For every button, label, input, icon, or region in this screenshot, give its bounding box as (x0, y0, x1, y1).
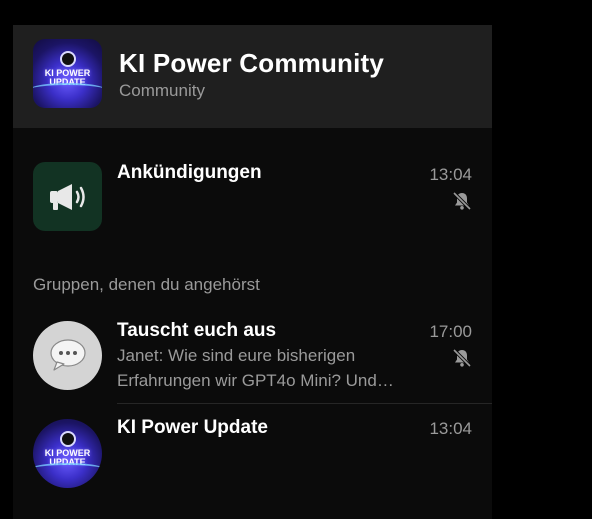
chat-row-tauscht-euch-aus[interactable]: Tauscht euch aus 17:00 Janet: Wie sind e… (13, 308, 492, 403)
preview-sender: Janet (117, 346, 159, 365)
chat-bubble-icon (50, 339, 86, 371)
chat-time: 13:04 (429, 419, 472, 438)
chat-name: KI Power Update (117, 417, 268, 438)
mascot-icon (59, 51, 76, 67)
muted-bell-icon (452, 191, 472, 211)
community-subtitle: Community (119, 81, 205, 100)
section-label: Gruppen, denen du angehörst (33, 275, 260, 294)
community-logo: KI POWER UPDATE (33, 39, 102, 108)
community-header[interactable]: KI POWER UPDATE KI Power Community Commu… (13, 25, 492, 128)
community-panel: KI POWER UPDATE KI Power Community Commu… (13, 25, 492, 519)
wave-decoration (33, 83, 102, 97)
group-avatar: KI POWER UPDATE (33, 419, 102, 488)
chat-name: Tauscht euch aus (117, 320, 277, 341)
chat-time: 17:00 (429, 322, 472, 341)
chat-time: 13:04 (429, 165, 472, 184)
chat-name: Ankündigungen (117, 162, 262, 183)
mascot-icon (59, 431, 76, 447)
message-preview: Janet: Wie sind eure bisherigen Erfahrun… (117, 346, 394, 390)
chat-row-announcements[interactable]: Ankündigungen 13:04 (13, 128, 492, 248)
group-avatar (33, 321, 102, 390)
community-title: KI Power Community (119, 48, 385, 78)
announcements-avatar (33, 162, 102, 231)
megaphone-icon (50, 184, 85, 210)
muted-bell-icon (452, 348, 472, 368)
wave-decoration (33, 463, 102, 477)
chat-row-ki-power-update[interactable]: KI POWER UPDATE KI Power Update 13:04 (13, 404, 492, 519)
